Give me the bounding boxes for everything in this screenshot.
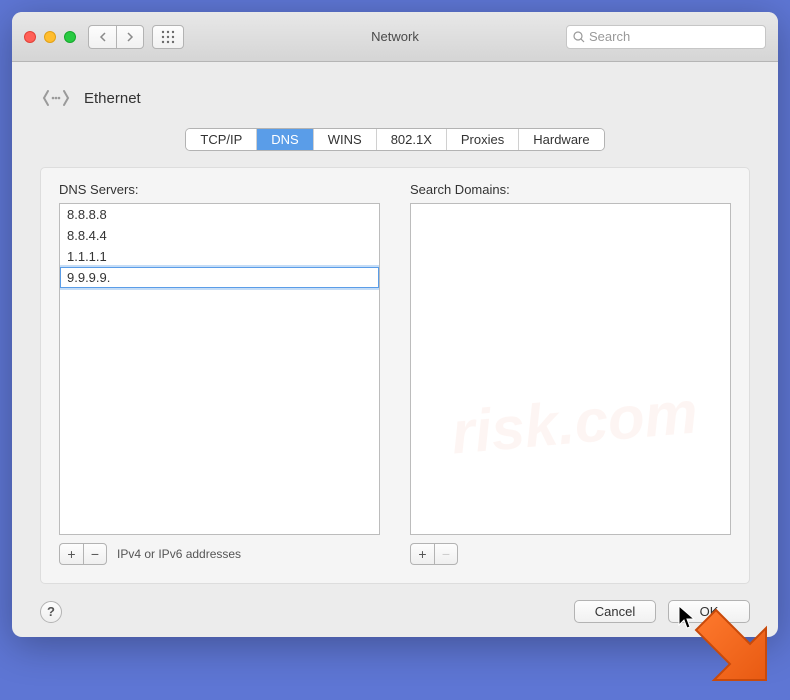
chevron-right-icon [126,32,134,42]
tab-proxies[interactable]: Proxies [447,129,519,150]
close-window-button[interactable] [24,31,36,43]
tab-hardware[interactable]: Hardware [519,129,603,150]
content-area: Ethernet TCP/IP DNS WINS 802.1X Proxies … [12,62,778,637]
forward-button[interactable] [116,25,144,49]
search-input[interactable]: Search [566,25,766,49]
tab-8021x[interactable]: 802.1X [377,129,447,150]
back-button[interactable] [88,25,116,49]
list-item-editing[interactable]: 9.9.9.9. [60,267,379,288]
remove-domain-button[interactable]: − [434,543,458,565]
tab-tcpip[interactable]: TCP/IP [186,129,257,150]
dns-panel: DNS Servers: 8.8.8.8 8.8.4.4 1.1.1.1 9.9… [40,167,750,584]
titlebar: Network Search [12,12,778,62]
search-placeholder: Search [589,29,630,44]
window-title: Network [371,29,419,44]
list-item[interactable]: 8.8.8.8 [60,204,379,225]
search-domains-column: Search Domains: + − [410,182,731,565]
grid-icon [161,30,175,44]
dns-servers-label: DNS Servers: [59,182,380,197]
add-domain-button[interactable]: + [410,543,434,565]
dns-servers-column: DNS Servers: 8.8.8.8 8.8.4.4 1.1.1.1 9.9… [59,182,380,565]
minimize-window-button[interactable] [44,31,56,43]
search-icon [573,31,585,43]
dns-hint: IPv4 or IPv6 addresses [117,547,241,561]
remove-dns-button[interactable]: − [83,543,107,565]
page-title: Ethernet [84,90,141,107]
help-button[interactable]: ? [40,601,62,623]
list-item[interactable]: 1.1.1.1 [60,246,379,267]
zoom-window-button[interactable] [64,31,76,43]
show-all-button[interactable] [152,25,184,49]
add-dns-button[interactable]: + [59,543,83,565]
search-domains-list[interactable] [410,203,731,535]
dns-list-controls: + − IPv4 or IPv6 addresses [59,543,380,565]
dns-add-remove-group: + − [59,543,107,565]
ok-button[interactable]: OK [668,600,750,623]
chevron-left-icon [99,32,107,42]
tab-wins[interactable]: WINS [314,129,377,150]
traffic-lights [24,31,76,43]
tab-dns[interactable]: DNS [257,129,313,150]
list-item[interactable]: 8.8.4.4 [60,225,379,246]
domains-list-controls: + − [410,543,731,565]
domains-add-remove-group: + − [410,543,458,565]
dns-servers-list[interactable]: 8.8.8.8 8.8.4.4 1.1.1.1 9.9.9.9. [59,203,380,535]
footer-buttons: Cancel OK [574,600,750,623]
search-domains-label: Search Domains: [410,182,731,197]
network-preferences-window: Network Search Ethernet TCP/IP DNS WINS [12,12,778,637]
ethernet-icon [40,82,72,114]
footer: ? Cancel OK [40,600,750,623]
nav-buttons [88,25,144,49]
cancel-button[interactable]: Cancel [574,600,656,623]
tab-bar: TCP/IP DNS WINS 802.1X Proxies Hardware [185,128,604,151]
header-row: Ethernet [40,82,750,114]
